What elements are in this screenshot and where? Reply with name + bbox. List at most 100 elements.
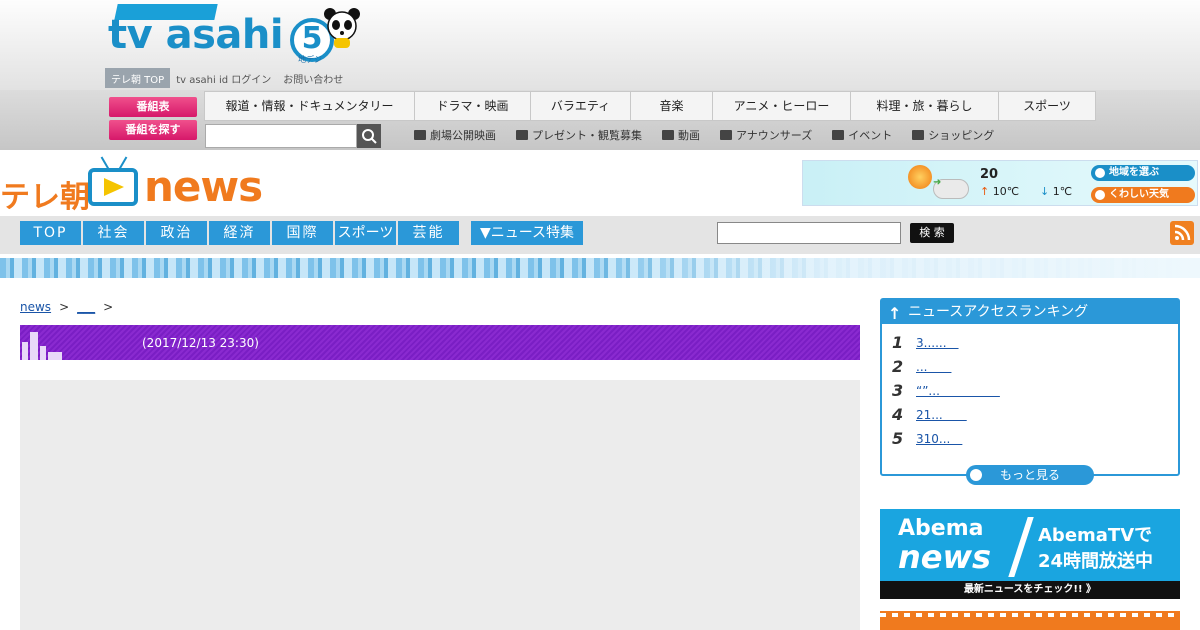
subnav-shopping-label: ショッピング [928,129,995,142]
genre-sports-tab[interactable]: スポーツ [999,92,1095,120]
shopping-bag-icon [912,130,925,140]
weather-day: 20 [980,167,999,182]
up-arrow-icon: ↑ [888,304,902,323]
genre-cooking-tab[interactable]: 料理・旅・暮らし [851,92,999,120]
tab-international[interactable]: 国際 [272,221,333,245]
video-icon [662,130,674,140]
abema-ad-right1: AbemaTVで [1038,525,1153,546]
see-more-button[interactable]: もっと見る [966,465,1094,485]
list-item: 4 21... [892,402,1178,426]
channel-number: 5 [301,21,323,56]
subnav-announcers-label: アナウンサーズ [736,129,813,142]
genre-tabs: 報道・情報・ドキュメンタリー ドラマ・映画 バラエティ 音楽 アニメ・ヒーロー … [204,91,1096,121]
weather-detail-button[interactable]: くわしい天気 [1091,187,1195,203]
up-arrow-icon: ↑ [980,185,990,198]
event-icon [832,130,845,140]
news-logo-tele: テレ朝 [0,180,90,215]
list-item: 1 3...... [892,330,1178,354]
news-special-dropdown[interactable]: ▼ニュース特集 [471,221,583,245]
genre-drama-tab[interactable]: ドラマ・映画 [415,92,531,120]
rank-number: 3 [892,380,904,400]
down-arrow-icon: ↓ [1040,185,1050,198]
subnav-movies[interactable]: 劇場公開映画 [414,127,496,143]
abema-ad-line2: news [898,538,992,576]
rank-number: 2 [892,356,904,376]
ranking-header: ↑ ニュースアクセスランキング [882,300,1178,324]
tab-top[interactable]: TOP [20,221,81,245]
orange-ad-banner[interactable] [880,611,1180,630]
tv-asahi-top-link[interactable]: テレ朝 TOP [105,68,171,88]
subnav-present-label: プレゼント・観覧募集 [532,129,642,142]
tab-society[interactable]: 社会 [83,221,144,245]
genre-news-tab[interactable]: 報道・情報・ドキュメンタリー [205,92,415,120]
gift-icon [516,130,528,140]
abema-news-ad[interactable]: Abema news AbemaTVで 24時間放送中 最新ニュースをチェック!… [880,509,1180,599]
subnav-video[interactable]: 動画 [662,127,700,143]
article-title-bar: (2017/12/13 23:30) [20,325,860,360]
list-item: 5 310... [892,426,1178,450]
tab-entertainment[interactable]: 芸能 [398,221,459,245]
breadcrumb-separator: > [59,300,70,314]
genre-music-tab[interactable]: 音楽 [631,92,713,120]
sun-icon [908,165,932,189]
breadcrumb-news-link[interactable]: news [20,300,51,314]
rss-feed-icon[interactable] [1170,221,1194,245]
subnav-announcers[interactable]: アナウンサーズ [720,127,812,143]
ranking-link[interactable]: 3...... [916,334,959,351]
microphone-icon [720,130,732,140]
tv-asahi-news-logo[interactable]: テレ朝 news [0,156,263,215]
contact-link[interactable]: お問い合わせ [277,68,349,88]
search-icon [362,129,377,144]
abema-slash [1008,517,1034,577]
digital-label: 地デジ [298,55,322,64]
tv-play-icon [88,168,138,206]
select-region-button[interactable]: 地域を選ぶ [1091,165,1195,181]
weather-widget: ➜ 20 ↑ 10℃ ↓ 1℃ 地域を選ぶ くわしい天気 [802,160,1198,206]
rss-icon [1174,224,1191,241]
tv-asahi-id-login-link[interactable]: tv asahi id ログイン [170,68,277,88]
subnav-video-label: 動画 [678,129,700,142]
subnav-events-label: イベント [848,129,893,142]
list-item: 3 “”... [892,378,1178,402]
breadcrumb: news > ___ > [20,300,113,314]
subnav-shopping[interactable]: ショッピング [912,127,994,143]
rank-number: 5 [892,428,904,448]
ranking-link[interactable]: 310... [916,430,962,447]
tab-sports[interactable]: スポーツ [335,221,396,245]
program-schedule-button[interactable]: 番組表 [109,97,197,117]
subnav-present[interactable]: プレゼント・観覧募集 [516,127,642,143]
genre-anime-tab[interactable]: アニメ・ヒーロー [713,92,851,120]
transition-arrow-icon: ➜ [933,177,942,188]
category-tabs: TOP 社会 政治 経済 国際 スポーツ 芸能 [20,221,459,245]
ranking-link[interactable]: “”... [916,382,1000,399]
news-search-input[interactable] [717,222,901,244]
abema-ad-footer: 最新ニュースをチェック!! 》 [880,581,1180,599]
film-icon [414,130,426,140]
ranking-title: ニュースアクセスランキング [908,304,1089,320]
weather-low-value: 1℃ [1052,185,1073,198]
subnav-events[interactable]: イベント [832,127,892,143]
see-more-label: もっと見る [999,468,1060,482]
ranking-link[interactable]: 21... [916,406,967,423]
weather-high-value: 10℃ [992,185,1020,198]
news-logo-news: news [144,162,263,211]
genre-variety-tab[interactable]: バラエティ [531,92,631,120]
breadcrumb-category-link[interactable]: ___ [77,300,95,314]
logo-text: tv asahi [108,12,284,58]
tab-economy[interactable]: 経済 [209,221,270,245]
ranking-link[interactable]: ... [916,358,951,375]
site-search-button[interactable] [357,124,381,148]
tab-politics[interactable]: 政治 [146,221,207,245]
rank-number: 4 [892,404,904,424]
news-access-ranking: ↑ ニュースアクセスランキング 1 3...... 2... 3 “”... 4 21… [880,298,1180,476]
breadcrumb-separator: > [103,300,114,314]
utility-links: テレ朝 TOP tv asahi id ログイン お問い合わせ [105,68,349,88]
program-search-button[interactable]: 番組を探す [109,120,197,140]
news-search-button[interactable]: 検 索 [910,223,954,243]
rank-number: 1 [892,332,904,352]
abema-ad-right2: 24時間放送中 [1038,551,1154,572]
tv-asahi-logo[interactable]: tv asahi 5 地デジ [108,4,368,64]
sub-navigation: 劇場公開映画 プレゼント・観覧募集 動画 アナウンサーズ イベント ショッピング [414,127,994,143]
ranking-list: 1 3...... 2... 3 “”... 4 21... 5 310... [882,324,1178,450]
site-search-input[interactable] [205,124,357,148]
